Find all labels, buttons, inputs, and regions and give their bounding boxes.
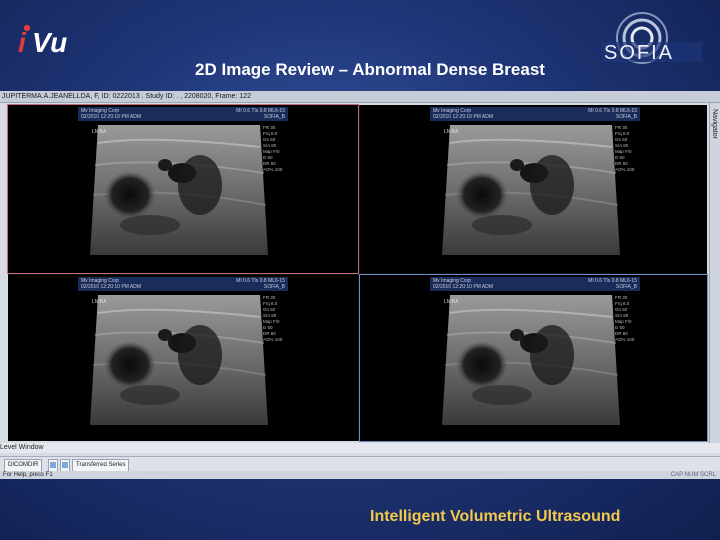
header-datetime: 02/2010 12:20:10 PM ADM bbox=[81, 284, 142, 290]
image-grid: Mv Imaging Corp 02/2010 12:20:10 PM ADM … bbox=[7, 104, 708, 442]
ultrasound-viewport[interactable]: Mv Imaging Corp 02/2010 12:20:10 PM ADM … bbox=[7, 104, 359, 274]
acquisition-param: AO% 100 bbox=[615, 167, 635, 172]
viewport-header: Mv Imaging Corp 02/2010 12:20:10 PM ADM … bbox=[430, 107, 640, 121]
svg-text:i: i bbox=[18, 27, 27, 58]
transferred-series-label: Transferred Series bbox=[76, 462, 126, 468]
acquisition-param: AO% 100 bbox=[615, 337, 635, 342]
acquisition-param: AO% 100 bbox=[263, 167, 283, 172]
level-window-label: Level Window bbox=[0, 444, 44, 451]
ivu-logo: i Vu bbox=[18, 24, 67, 58]
navigator-tab[interactable]: Navigator bbox=[709, 103, 720, 453]
ultrasound-image: LN/BA bbox=[442, 295, 620, 425]
viewport-header: Mv Imaging Corp 02/2010 12:20:10 PM ADM … bbox=[78, 107, 288, 121]
ultrasound-viewport[interactable]: Mv Imaging Corp 02/2010 12:20:10 PM ADM … bbox=[8, 275, 358, 441]
slide-title: 2D Image Review – Abnormal Dense Breast bbox=[195, 60, 545, 79]
navigator-label: Navigator bbox=[711, 109, 718, 139]
ultrasound-viewport[interactable]: Mv Imaging Corp 02/2010 12:20:10 PM ADM … bbox=[359, 274, 708, 442]
patient-info-bar: JUPITERMA.A.JEANELLDA, F, ID: 0222013 . … bbox=[0, 91, 720, 103]
header-system: SOFIA_B bbox=[263, 284, 285, 290]
image-icon bbox=[62, 462, 68, 468]
status-indicators: CAP NUM SCRL bbox=[670, 472, 716, 478]
header-datetime: 02/2010 12:20:10 PM ADM bbox=[81, 114, 142, 120]
scan-label: LN/BA bbox=[92, 299, 107, 305]
scan-label: LN/BA bbox=[444, 299, 459, 305]
status-help-text: For Help, press F1 bbox=[3, 472, 53, 478]
header-datetime: 02/2010 12:20:10 PM ADM bbox=[433, 284, 494, 290]
patient-info-text: JUPITERMA.A.JEANELLDA, F, ID: 0222013 . … bbox=[2, 93, 252, 100]
header-datetime: 02/2010 12:20:10 PM ADM bbox=[433, 114, 494, 120]
level-window-bar[interactable]: Level Window bbox=[0, 443, 720, 453]
acquisition-params: FR 30 Frq 8.0 Gn 50 S/A 80 Map F/0 D 60 DR 60 A… bbox=[615, 295, 645, 343]
ultrasound-image: LN/BA bbox=[90, 295, 268, 425]
ivu-logo-text: Vu bbox=[32, 27, 67, 58]
ultrasound-image: LN/BA bbox=[90, 125, 268, 255]
scan-label: LN/BA bbox=[444, 129, 459, 135]
header-system: SOFIA_B bbox=[615, 284, 637, 290]
acquisition-params: FR 30 Frq 8.0 Gn 50 S/A 80 Map F/0 D 60 DR 60 A… bbox=[615, 125, 645, 173]
series-icon bbox=[50, 462, 56, 468]
viewport-header: Mv Imaging Corp 02/2010 12:20:10 PM ADM … bbox=[78, 277, 288, 291]
viewer-window: JUPITERMA.A.JEANELLDA, F, ID: 0222013 . … bbox=[0, 91, 720, 479]
dicomdir-label: DICOMDIR bbox=[8, 462, 39, 468]
header-system: SOFIA_B bbox=[263, 114, 285, 120]
header-system: SOFIA_B bbox=[615, 114, 637, 120]
ultrasound-image: LN/BA bbox=[442, 125, 620, 255]
status-bar: For Help, press F1 CAP NUM SCRL bbox=[0, 471, 720, 479]
acquisition-param: AO% 100 bbox=[263, 337, 283, 342]
tagline: Intelligent Volumetric Ultrasound bbox=[370, 508, 621, 525]
acquisition-params: FR 30 Frq 8.0 Gn 50 S/A 80 Map F/0 D 60 DR 60 A… bbox=[263, 295, 293, 343]
acquisition-params: FR 30 Frq 8.0 Gn 50 S/A 80 Map F/0 D 60 DR 60 A… bbox=[263, 125, 293, 173]
viewport-header: Mv Imaging Corp 02/2010 12:20:10 PM ADM … bbox=[430, 277, 640, 291]
ultrasound-viewport[interactable]: Mv Imaging Corp 02/2010 12:20:10 PM ADM … bbox=[360, 105, 707, 273]
scan-label: LN/BA bbox=[92, 129, 107, 135]
